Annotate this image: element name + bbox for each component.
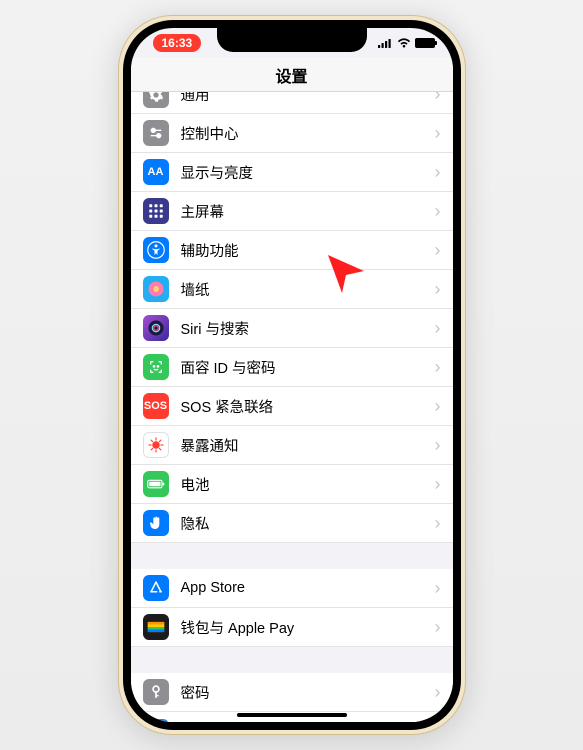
faceid-icon	[143, 354, 169, 380]
settings-row-faceid[interactable]: 面容 ID 与密码›	[131, 348, 453, 387]
passwords-icon	[143, 679, 169, 705]
row-label: 钱包与 Apple Pay	[181, 617, 435, 638]
chevron-right-icon: ›	[435, 513, 441, 534]
exposure-icon	[143, 432, 169, 458]
display-icon: AA	[143, 159, 169, 185]
settings-row-exposure[interactable]: 暴露通知›	[131, 426, 453, 465]
row-label: 主屏幕	[181, 201, 435, 222]
settings-row-display[interactable]: AA 显示与亮度›	[131, 153, 453, 192]
settings-row-control-center[interactable]: 控制中心›	[131, 114, 453, 153]
sos-icon: SOS	[143, 393, 169, 419]
wifi-icon	[397, 38, 411, 48]
chevron-right-icon: ›	[435, 396, 441, 417]
group-separator	[131, 543, 453, 569]
control-center-icon	[143, 120, 169, 146]
status-right	[378, 38, 435, 48]
nav-header: 设置	[131, 58, 453, 92]
chevron-right-icon: ›	[435, 201, 441, 222]
chevron-right-icon: ›	[435, 92, 441, 105]
settings-list[interactable]: 通用›控制中心›AA显示与亮度›主屏幕›辅助功能›墙纸›Siri 与搜索›面容 …	[131, 92, 453, 722]
wallet-icon	[143, 614, 169, 640]
app-store-icon	[143, 575, 169, 601]
settings-row-sos[interactable]: SOS SOS 紧急联络›	[131, 387, 453, 426]
row-label: 邮件	[181, 721, 435, 722]
battery-icon	[143, 471, 169, 497]
general-icon	[143, 92, 169, 108]
status-time-pill[interactable]: 16:33	[153, 34, 202, 52]
settings-row-battery[interactable]: 电池›	[131, 465, 453, 504]
wallpaper-icon	[143, 276, 169, 302]
chevron-right-icon: ›	[435, 617, 441, 638]
chevron-right-icon: ›	[435, 279, 441, 300]
row-label: 墙纸	[181, 279, 435, 300]
row-label: 密码	[181, 682, 435, 703]
accessibility-icon	[143, 237, 169, 263]
notch	[217, 28, 367, 52]
row-label: 隐私	[181, 513, 435, 534]
row-label: SOS 紧急联络	[181, 396, 435, 417]
phone-bezel: 16:33 设置 通用›控制中心›AA显示与亮度›主屏幕›辅助功能›墙纸›Sir…	[123, 20, 461, 730]
chevron-right-icon: ›	[435, 357, 441, 378]
chevron-right-icon: ›	[435, 435, 441, 456]
mail-icon	[143, 719, 169, 723]
screen: 16:33 设置 通用›控制中心›AA显示与亮度›主屏幕›辅助功能›墙纸›Sir…	[131, 28, 453, 722]
settings-row-app-store[interactable]: App Store›	[131, 569, 453, 608]
row-label: Siri 与搜索	[181, 318, 435, 339]
privacy-icon	[143, 510, 169, 536]
settings-row-wallet[interactable]: 钱包与 Apple Pay›	[131, 608, 453, 647]
battery-icon	[415, 38, 435, 48]
row-label: 电池	[181, 474, 435, 495]
settings-row-passwords[interactable]: 密码›	[131, 673, 453, 712]
settings-row-privacy[interactable]: 隐私›	[131, 504, 453, 543]
row-label: 通用	[181, 92, 435, 105]
home-screen-icon	[143, 198, 169, 224]
settings-row-home-screen[interactable]: 主屏幕›	[131, 192, 453, 231]
chevron-right-icon: ›	[435, 682, 441, 703]
settings-row-wallpaper[interactable]: 墙纸›	[131, 270, 453, 309]
page-title: 设置	[275, 63, 307, 87]
row-label: App Store	[181, 580, 435, 596]
chevron-right-icon: ›	[435, 721, 441, 722]
settings-row-accessibility[interactable]: 辅助功能›	[131, 231, 453, 270]
row-label: 控制中心	[181, 123, 435, 144]
signal-icon	[378, 38, 393, 48]
chevron-right-icon: ›	[435, 162, 441, 183]
phone-frame: 16:33 设置 通用›控制中心›AA显示与亮度›主屏幕›辅助功能›墙纸›Sir…	[118, 15, 466, 735]
chevron-right-icon: ›	[435, 474, 441, 495]
siri-search-icon	[143, 315, 169, 341]
row-label: 暴露通知	[181, 435, 435, 456]
row-label: 面容 ID 与密码	[181, 357, 435, 378]
row-label: 显示与亮度	[181, 162, 435, 183]
partial-row[interactable]: 通用›	[131, 92, 453, 114]
chevron-right-icon: ›	[435, 240, 441, 261]
chevron-right-icon: ›	[435, 123, 441, 144]
chevron-right-icon: ›	[435, 318, 441, 339]
settings-row-siri-search[interactable]: Siri 与搜索›	[131, 309, 453, 348]
row-label: 辅助功能	[181, 240, 435, 261]
settings-row-general[interactable]: 通用›	[131, 92, 453, 114]
chevron-right-icon: ›	[435, 578, 441, 599]
home-indicator[interactable]	[237, 713, 347, 717]
group-separator	[131, 647, 453, 673]
